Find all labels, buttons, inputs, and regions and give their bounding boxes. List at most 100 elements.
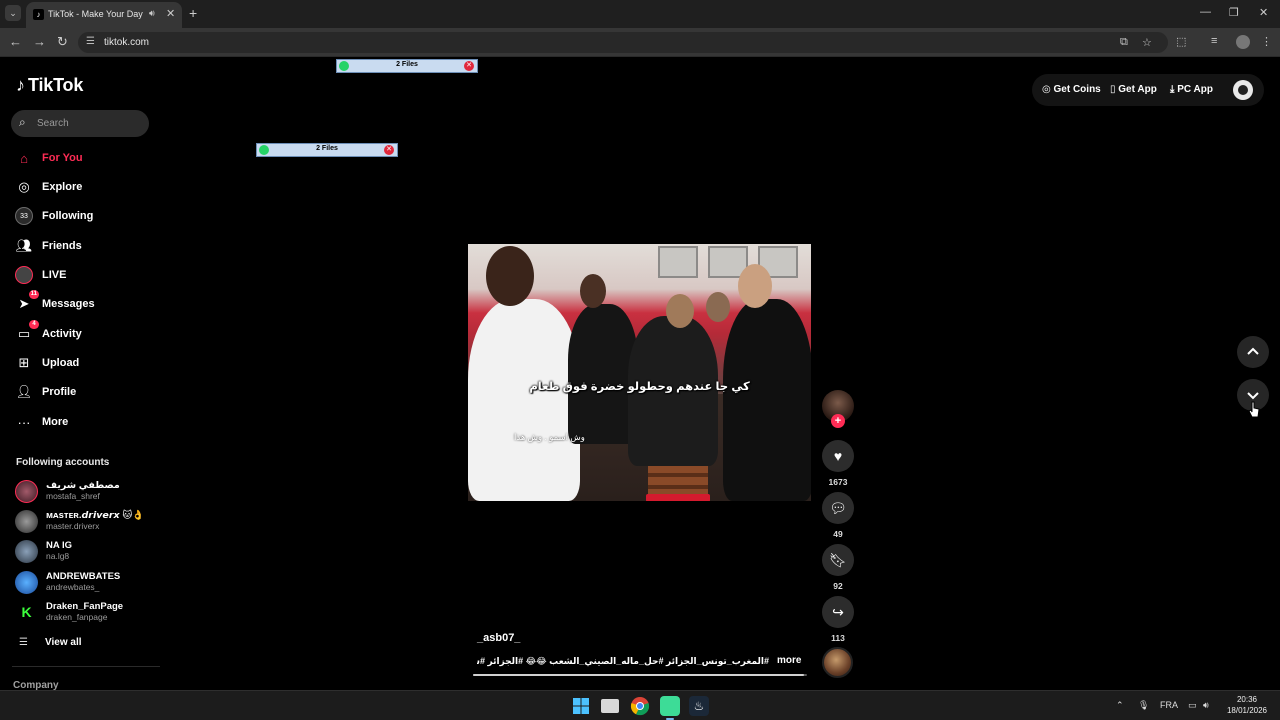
install-app-icon[interactable]: ⧉ (1120, 36, 1128, 49)
nav-more[interactable]: ··· More (14, 411, 69, 433)
nav-friends[interactable]: 👥︎ Friends (14, 235, 82, 257)
volume-icon[interactable]: 🔊︎ (1203, 700, 1209, 711)
close-window-button[interactable]: ✕ (1259, 6, 1268, 19)
share-button[interactable]: ↪ (822, 596, 854, 628)
browser-menu-icon[interactable]: ⋮ (1261, 35, 1272, 48)
account-name: مصطفي شريف (46, 480, 120, 491)
nav-messages[interactable]: ➤ 11 Messages (14, 290, 95, 315)
forward-button[interactable]: → (33, 34, 46, 50)
follow-plus-icon[interactable]: + (831, 414, 845, 428)
previous-video-button[interactable] (1237, 336, 1269, 368)
site-info-icon[interactable]: ☰ (86, 36, 95, 47)
progress-fill (473, 674, 804, 676)
comment-count: 49 (833, 529, 843, 539)
live-icon (14, 265, 34, 285)
clock-date: 18/01/2026 (1226, 706, 1268, 715)
video-player[interactable]: كي جا عندهم وحطولو خضرة فوق طعام وش اسمو… (468, 244, 811, 501)
view-all-link[interactable]: ☰ View all (19, 637, 82, 648)
compass-icon: ◎ (18, 179, 30, 194)
app-icon[interactable] (660, 696, 680, 720)
close-icon[interactable]: ✕ (384, 145, 394, 155)
nav-explore[interactable]: ◎ Explore (14, 176, 82, 198)
following-account[interactable]: ᴍᴀsᴛᴇʀ.𝙙𝙧𝙞𝙫𝙚𝙧𝙭 🐱👌 master.driverx (15, 508, 144, 534)
following-icon: 33 (14, 206, 34, 226)
logo-text: TikTok (28, 75, 84, 95)
save-button[interactable]: 🔖︎ (822, 544, 854, 576)
music-disc[interactable] (822, 647, 853, 678)
nav-following[interactable]: 33 Following (14, 205, 93, 227)
new-tab-button[interactable]: + (189, 5, 197, 21)
more-button[interactable]: more (777, 655, 801, 666)
following-account[interactable]: ANDREWBATES andrewbates_ (15, 569, 120, 595)
tray-chevron-icon[interactable]: ⌃ (1116, 700, 1124, 711)
network-icon[interactable]: ▭ (1188, 700, 1197, 711)
nav-label: Profile (42, 386, 77, 398)
speaker-icon[interactable]: 🔊︎ (149, 8, 155, 19)
back-button[interactable]: ← (9, 34, 22, 50)
chevron-up-icon (1247, 347, 1259, 355)
steam-icon[interactable]: ♨ (689, 696, 709, 716)
video-progress-bar[interactable] (473, 674, 807, 676)
following-account[interactable]: K Draken_FanPage draken_fanpage (15, 599, 123, 625)
get-coins-button[interactable]: ◎ Get Coins (1042, 84, 1101, 95)
task-view-icon[interactable] (601, 699, 619, 713)
nav-live[interactable]: LIVE (14, 264, 66, 286)
browser-tab[interactable]: ♪ TikTok - Make Your Day 🔊︎ ✕ (26, 2, 182, 28)
nav-for-you[interactable]: ⌂ For You (14, 147, 83, 169)
minimize-button[interactable]: — (1200, 6, 1211, 18)
share-icon: ↪ (832, 603, 844, 620)
search-box[interactable]: ⌕ (11, 110, 149, 137)
search-input[interactable] (37, 114, 141, 132)
profile-icon: 👤︎ (15, 384, 33, 399)
reload-button[interactable]: ↻ (57, 34, 68, 50)
tab-close-icon[interactable]: ✕ (166, 7, 175, 20)
close-icon[interactable]: ✕ (464, 61, 474, 71)
tab-title: TikTok - Make Your Day (48, 9, 143, 19)
account-name: NA IG (46, 540, 73, 551)
bookmark-star-icon[interactable]: ☆ (1142, 36, 1152, 49)
bookmark-icon: 🔖︎ (829, 551, 847, 568)
share-count: 113 (831, 633, 845, 643)
video-scene (706, 292, 730, 322)
account-handle: master.driverx (46, 521, 100, 531)
tab-search-button[interactable]: ⌄ (5, 5, 21, 21)
language-indicator[interactable]: FRA (1160, 700, 1178, 710)
restore-button[interactable]: ❐ (1229, 6, 1239, 19)
following-account[interactable]: مصطفي شريف mostafa_shref (15, 478, 120, 504)
upload-icon: ⊞ (18, 355, 30, 370)
files-download-bar[interactable]: 2 Files ✕ (336, 59, 478, 73)
address-bar[interactable]: ☰ tiktok.com ⧉ ☆ (78, 32, 1168, 53)
nav-upload[interactable]: ⊞ Upload (14, 352, 80, 374)
nav-label: LIVE (42, 269, 67, 281)
chrome-icon[interactable] (630, 696, 650, 716)
media-controls-icon[interactable]: ≡ (1211, 35, 1217, 47)
microphone-icon[interactable]: 🎙︎ (1138, 700, 1149, 711)
browser-tab-bar: ⌄ ♪ TikTok - Make Your Day 🔊︎ ✕ + — ❐ ✕ (0, 0, 1280, 28)
windows-taskbar: ♨ ⌃ 🎙︎ FRA ▭ 🔊︎ 20:36 18/01/2026 (0, 690, 1280, 720)
following-account[interactable]: NA IG na.lg8 (15, 538, 72, 564)
friends-icon: 👥︎ (15, 238, 33, 253)
video-scene (738, 264, 772, 308)
pc-app-button[interactable]: ⤓ PC App (1170, 84, 1213, 95)
comment-button[interactable]: 💬︎ (822, 492, 854, 524)
account-name: ANDREWBATES (46, 571, 121, 582)
get-app-button[interactable]: ▯ Get App (1110, 84, 1157, 95)
browser-profile-avatar[interactable] (1236, 35, 1250, 49)
account-name: Draken_FanPage (46, 601, 124, 612)
like-button[interactable]: ♥ (822, 440, 854, 472)
header-actions: ◎ Get Coins ▯ Get App ⤓ PC App (1032, 74, 1264, 106)
nav-activity[interactable]: ▭ 4 Activity (14, 320, 82, 345)
mouse-cursor-icon (1248, 401, 1260, 418)
system-clock[interactable]: 20:36 18/01/2026 (1222, 694, 1272, 716)
video-author[interactable]: _asb07_ (477, 632, 520, 644)
windows-start-icon[interactable] (571, 696, 591, 716)
files-download-bar[interactable]: 2 Files ✕ (256, 143, 398, 157)
extensions-icon[interactable]: ⬚ (1176, 35, 1186, 48)
video-scene (468, 299, 580, 501)
following-accounts-title: Following accounts (16, 457, 110, 468)
profile-avatar[interactable] (1233, 80, 1253, 100)
nav-profile[interactable]: 👤︎ Profile (14, 381, 77, 403)
get-app-label: Get App (1118, 84, 1157, 95)
tiktok-logo[interactable]: ♪ TikTok (16, 75, 83, 96)
nav-label: For You (42, 152, 83, 164)
